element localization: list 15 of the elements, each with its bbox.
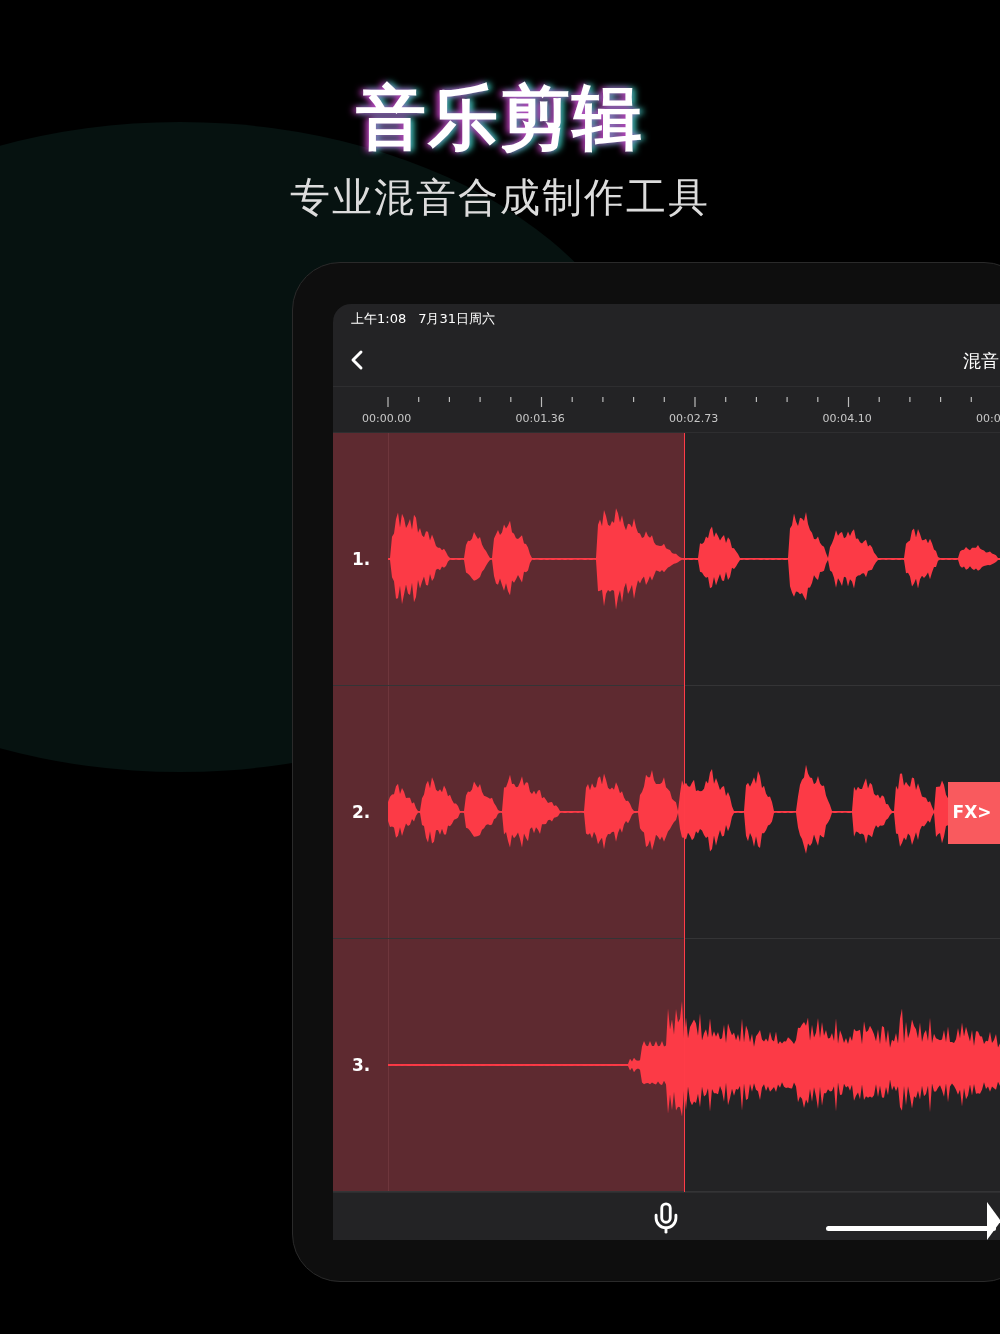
status-date: 7月31日周六 bbox=[418, 310, 496, 329]
play-icon[interactable] bbox=[985, 1202, 1000, 1240]
timecode-label: 00:04.10 bbox=[822, 411, 872, 427]
app-title: 音乐剪辑 bbox=[356, 76, 644, 161]
screen-title: 混音 bbox=[963, 348, 999, 373]
fx-button[interactable]: FX> bbox=[948, 782, 1000, 844]
status-time: 上午1:08 bbox=[351, 310, 407, 329]
timecode-label: 00:02.73 bbox=[669, 411, 719, 427]
timecode-label: 00:01.36 bbox=[515, 411, 565, 427]
app-subtitle: 专业混音合成制作工具 bbox=[290, 173, 710, 222]
track-number: 3. bbox=[352, 1054, 371, 1077]
track-number: 2. bbox=[352, 801, 371, 824]
track-number: 1. bbox=[352, 548, 371, 571]
timecode-label: 00:00.00 bbox=[362, 411, 412, 427]
timecode-label: 00:0 bbox=[976, 411, 1000, 427]
